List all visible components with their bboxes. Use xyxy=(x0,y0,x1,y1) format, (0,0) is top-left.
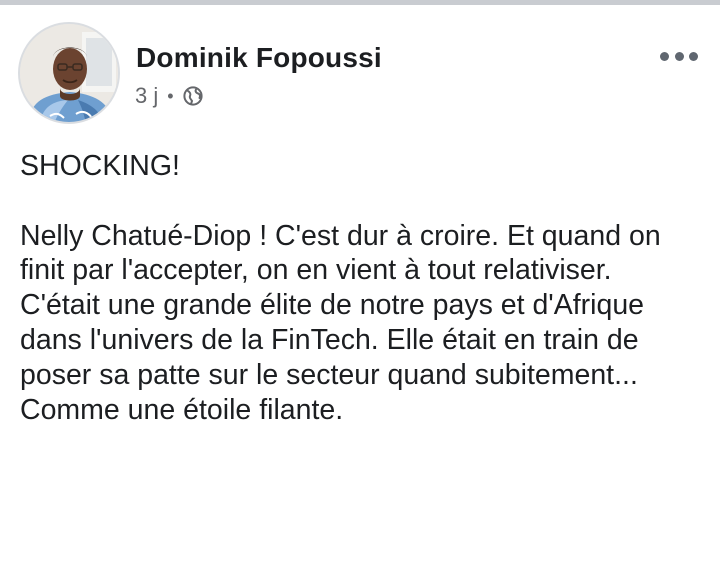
globe-icon[interactable] xyxy=(182,86,203,106)
post-meta: 3 j • xyxy=(135,82,203,110)
post-time[interactable]: 3 j xyxy=(135,83,158,109)
avatar[interactable] xyxy=(18,22,120,124)
author-name[interactable]: Dominik Fopoussi xyxy=(136,42,382,74)
top-divider xyxy=(0,0,720,5)
menu-dot xyxy=(660,51,669,61)
menu-dot xyxy=(674,51,684,61)
profile-photo-icon xyxy=(20,24,118,122)
post-paragraph-2: C'était une grande élite de notre pays e… xyxy=(20,289,645,426)
meta-separator: • xyxy=(167,85,174,106)
post-header: Dominik Fopoussi 3 j • xyxy=(18,22,708,126)
menu-dot xyxy=(689,51,698,61)
more-options-icon[interactable] xyxy=(660,44,698,68)
post-headline: SHOCKING! xyxy=(20,150,180,182)
post-paragraph-1: Nelly Chatué-Diop ! C'est dur à croire. … xyxy=(20,219,661,287)
post-body: SHOCKING! Nelly Chatué-Diop ! C'est dur … xyxy=(20,149,700,427)
